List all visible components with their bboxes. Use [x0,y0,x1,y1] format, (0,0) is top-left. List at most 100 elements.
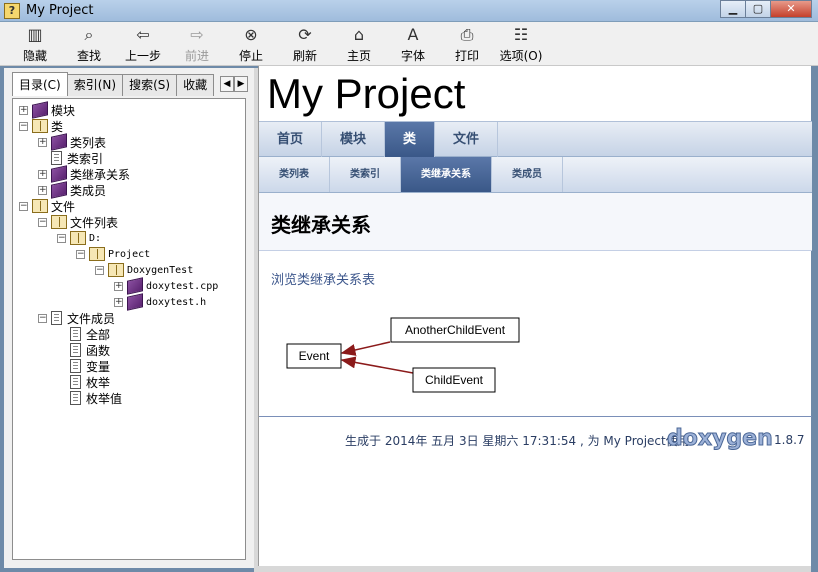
collapse-icon[interactable]: − [95,265,104,275]
tab-scroll-right-icon[interactable]: ▶ [234,76,248,92]
tree-item[interactable]: 枚举 [57,374,110,390]
tree-item-label: 文件 [51,199,76,214]
tree-item[interactable]: + 类列表 [38,133,106,151]
expand-icon[interactable]: + [38,169,47,179]
toolbar-button-label: 字体 [400,48,425,63]
tree-item[interactable]: 全部 [57,326,110,342]
expand-icon[interactable]: + [38,137,47,147]
expand-icon[interactable]: + [114,297,123,307]
doxygen-logo[interactable]: doxygen [667,426,774,452]
tree-item[interactable]: − 文件列表 [38,214,118,230]
forward-arrow-icon: ⇨ [190,25,204,44]
tree-item[interactable]: − Project [76,246,150,262]
collapse-icon[interactable]: − [76,249,85,259]
expand-icon[interactable]: + [19,105,28,115]
tree-item-label: doxytest.cpp [146,280,219,292]
tree-item[interactable]: 类索引 [38,150,103,166]
tree-item[interactable]: + doxytest.h [114,293,206,311]
toolbar-button-3[interactable]: ⇨ 前进 [170,22,224,66]
sidebar-tab-1[interactable]: 索引(N) [66,74,124,96]
closed-book-icon [51,181,67,199]
edge-child-to-event [340,356,414,374]
page-icon [70,359,81,373]
page-icon [70,343,81,357]
expand-icon[interactable]: + [114,281,123,291]
print-icon: ⎙ [460,24,474,44]
tree-item-label: 枚举 [86,375,111,390]
sub-nav-bar: 类列表 类索引 类继承关系 类成员 [259,157,812,193]
refresh-icon: ⟳ [298,25,312,44]
sub-nav-tab-1[interactable]: 类索引 [330,157,401,192]
collapse-icon[interactable]: − [38,217,47,227]
page-icon [70,391,81,405]
node-event[interactable]: Event [286,343,342,369]
collapse-icon[interactable]: − [57,233,66,243]
home-icon: ⌂ [353,25,365,44]
collapse-icon[interactable]: − [19,121,28,131]
footer-generated-text: 生成于 2014年 五月 3日 星期六 17:31:54 , 为 My Proj… [345,434,690,448]
stop-icon: ⊗ [244,25,258,44]
maximize-button[interactable]: ▢ [745,0,771,18]
page-icon [51,151,62,165]
close-button[interactable]: ✕ [770,0,812,18]
node-anotherchildevent[interactable]: AnotherChildEvent [390,317,520,343]
toolbar-button-7[interactable]: A 字体 [386,22,440,66]
tree-item[interactable]: + doxytest.cpp [114,277,219,295]
tree-item[interactable]: − 文件 [19,198,75,214]
open-book-icon [32,199,48,213]
open-book-icon [89,247,105,261]
tree-item[interactable]: 函数 [57,342,110,358]
tree-item-label: D: [89,232,102,244]
toolbar-button-5[interactable]: ⟳ 刷新 [278,22,332,66]
toolbar-button-0[interactable]: ▥ 隐藏 [8,22,62,66]
tree-item[interactable]: 变量 [57,358,110,374]
sidebar-tab-0[interactable]: 目录(C) [12,72,68,96]
main-nav-tab-2[interactable]: 类 [385,122,436,157]
toolbar-button-8[interactable]: ⎙ 打印 [440,22,494,66]
page-icon [70,375,81,389]
edge-anotherchild-to-event [340,341,391,356]
tree-item[interactable]: + 类成员 [38,181,106,199]
page-icon [70,327,81,341]
main-nav-tab-0[interactable]: 首页 [259,122,323,157]
collapse-icon[interactable]: − [38,313,47,323]
tree-item[interactable]: 枚举值 [57,390,122,406]
tree-item[interactable]: + 类继承关系 [38,165,130,183]
sub-nav-tab-2[interactable]: 类继承关系 [401,157,492,192]
closed-book-icon [51,165,67,183]
toolbar-button-1[interactable]: ⌕ 查找 [62,22,116,66]
open-book-icon [108,263,124,277]
tree-item-label: 文件成员 [67,311,116,326]
toolbar-button-label: 打印 [454,48,479,63]
tree-item[interactable]: − 文件成员 [38,310,115,326]
sidebar-tab-2[interactable]: 搜索(S) [122,74,178,96]
node-childevent-label: ChildEvent [425,373,484,387]
minimize-button[interactable]: ▁ [720,0,746,18]
tree-item[interactable]: − 类 [19,118,63,134]
toolbar-button-6[interactable]: ⌂ 主页 [332,22,386,66]
toolbar-button-4[interactable]: ⊗ 停止 [224,22,278,66]
browse-hierarchy-link[interactable]: 浏览类继承关系表 [271,269,375,288]
closed-book-icon [127,277,143,295]
tab-scroll-left-icon[interactable]: ◀ [220,76,234,92]
expand-icon[interactable]: + [38,185,47,195]
sidebar-tab-3[interactable]: 收藏 [176,74,215,96]
toolbar-button-2[interactable]: ⇦ 上一步 [116,22,170,66]
sub-nav-tab-3[interactable]: 类成员 [492,157,563,192]
node-childevent[interactable]: ChildEvent [412,367,496,393]
collapse-icon[interactable]: − [19,201,28,211]
sub-nav-tab-0[interactable]: 类列表 [259,157,330,192]
page-heading: 类继承关系 [271,213,371,237]
toolbar: ▥ 隐藏 ⌕ 查找 ⇦ 上一步 ⇨ 前进 ⊗ 停止 ⟳ 刷新 ⌂ 主页 A 字体 ⎙ 打印 ☷ 选项(O) [0,22,818,66]
toolbar-button-9[interactable]: ☷ 选项(O) [494,22,548,66]
tree-item[interactable]: − DoxygenTest [95,262,193,278]
main-nav-tab-3[interactable]: 文件 [435,122,499,157]
tree-item-label: 类索引 [67,151,104,166]
tree-item-label: 全部 [86,327,111,342]
node-anotherchildevent-label: AnotherChildEvent [405,323,506,337]
main-nav-tab-1[interactable]: 模块 [322,122,386,157]
tree-item[interactable]: + 模块 [19,101,75,119]
options-icon: ☷ [513,25,529,44]
project-title: My Project [267,70,466,117]
tree-item[interactable]: − D: [57,230,101,246]
